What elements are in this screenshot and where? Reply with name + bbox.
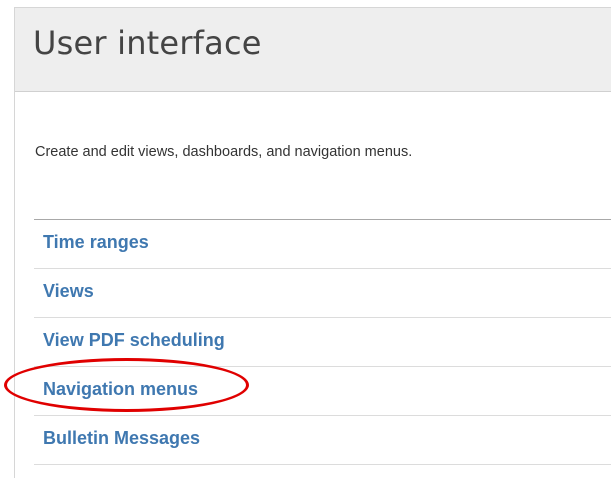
- page-title: User interface: [33, 24, 262, 62]
- list-item-view-pdf-scheduling: View PDF scheduling: [34, 318, 611, 367]
- page-header: User interface: [15, 8, 611, 92]
- bulletin-messages-link[interactable]: Bulletin Messages: [43, 428, 200, 449]
- view-pdf-scheduling-link[interactable]: View PDF scheduling: [43, 330, 225, 351]
- views-link[interactable]: Views: [43, 281, 94, 302]
- list-item-time-ranges: Time ranges: [34, 220, 611, 269]
- list-item-views: Views: [34, 269, 611, 318]
- settings-panel: User interface Create and edit views, da…: [14, 7, 611, 478]
- link-list: Time ranges Views View PDF scheduling Na…: [34, 219, 611, 465]
- page-description: Create and edit views, dashboards, and n…: [35, 144, 413, 160]
- list-item-navigation-menus: Navigation menus: [34, 367, 611, 416]
- time-ranges-link[interactable]: Time ranges: [43, 232, 149, 253]
- navigation-menus-link[interactable]: Navigation menus: [43, 379, 198, 400]
- list-item-bulletin-messages: Bulletin Messages: [34, 416, 611, 465]
